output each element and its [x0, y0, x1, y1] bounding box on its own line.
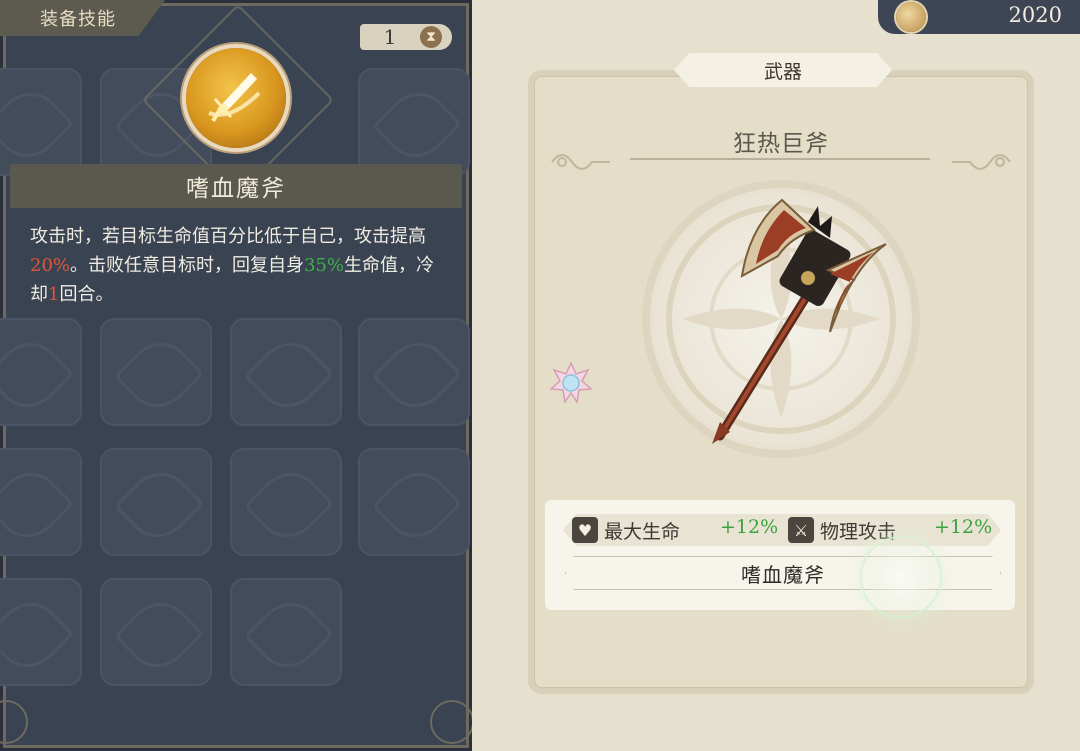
star-badge-icon[interactable]	[550, 362, 592, 404]
stat-max-hp: ♥ 最大生命	[572, 514, 680, 546]
equipped-skill-tab[interactable]: 装备技能	[0, 0, 165, 36]
currency-amount: 2020	[1008, 3, 1062, 27]
attack-bonus-value: 20%	[30, 255, 71, 276]
tab-label: 装备技能	[40, 9, 116, 30]
stat-value: +12%	[720, 516, 779, 538]
currency-bar[interactable]: 2020	[878, 0, 1080, 34]
weapon-skill-name: 嗜血魔斧	[741, 562, 825, 587]
equipped-skill-panel: 装备技能 1 ⧗ 嗜血魔斧 攻击时，若目标生命值百分比低于自己，攻击提高20%。…	[0, 0, 472, 751]
tap-glow-effect	[862, 538, 940, 616]
title-divider	[630, 158, 930, 160]
dagger-skill-icon	[186, 48, 286, 148]
cooldown-count: 1	[383, 25, 397, 49]
stat-label: 最大生命	[604, 520, 681, 543]
skill-name: 嗜血魔斧	[10, 164, 462, 208]
heal-value: 35%	[304, 255, 345, 276]
category-label: 武器	[763, 60, 802, 83]
heart-icon: ♥	[572, 517, 598, 543]
weapon-category-tab: 武器	[674, 53, 892, 87]
stat-physical-attack: ⚔ 物理攻击	[788, 514, 896, 546]
hourglass-icon: ⧗	[420, 26, 442, 48]
coin-icon	[896, 2, 926, 32]
stat-label: 物理攻击	[820, 520, 897, 543]
cooldown-counter: 1 ⧗	[360, 24, 452, 50]
skill-description: 攻击时，若目标生命值百分比低于自己，攻击提高20%。击败任意目标时，回复自身35…	[30, 226, 435, 305]
great-axe-icon	[712, 198, 887, 444]
skill-icon-frame	[141, 3, 335, 197]
flourish-ornament-right	[952, 154, 1011, 170]
sword-icon: ⚔	[788, 517, 814, 543]
stat-value: +12%	[934, 516, 993, 538]
corner-ornament	[430, 700, 472, 744]
cooldown-value: 1	[48, 284, 60, 305]
flourish-ornament-left	[551, 154, 610, 170]
